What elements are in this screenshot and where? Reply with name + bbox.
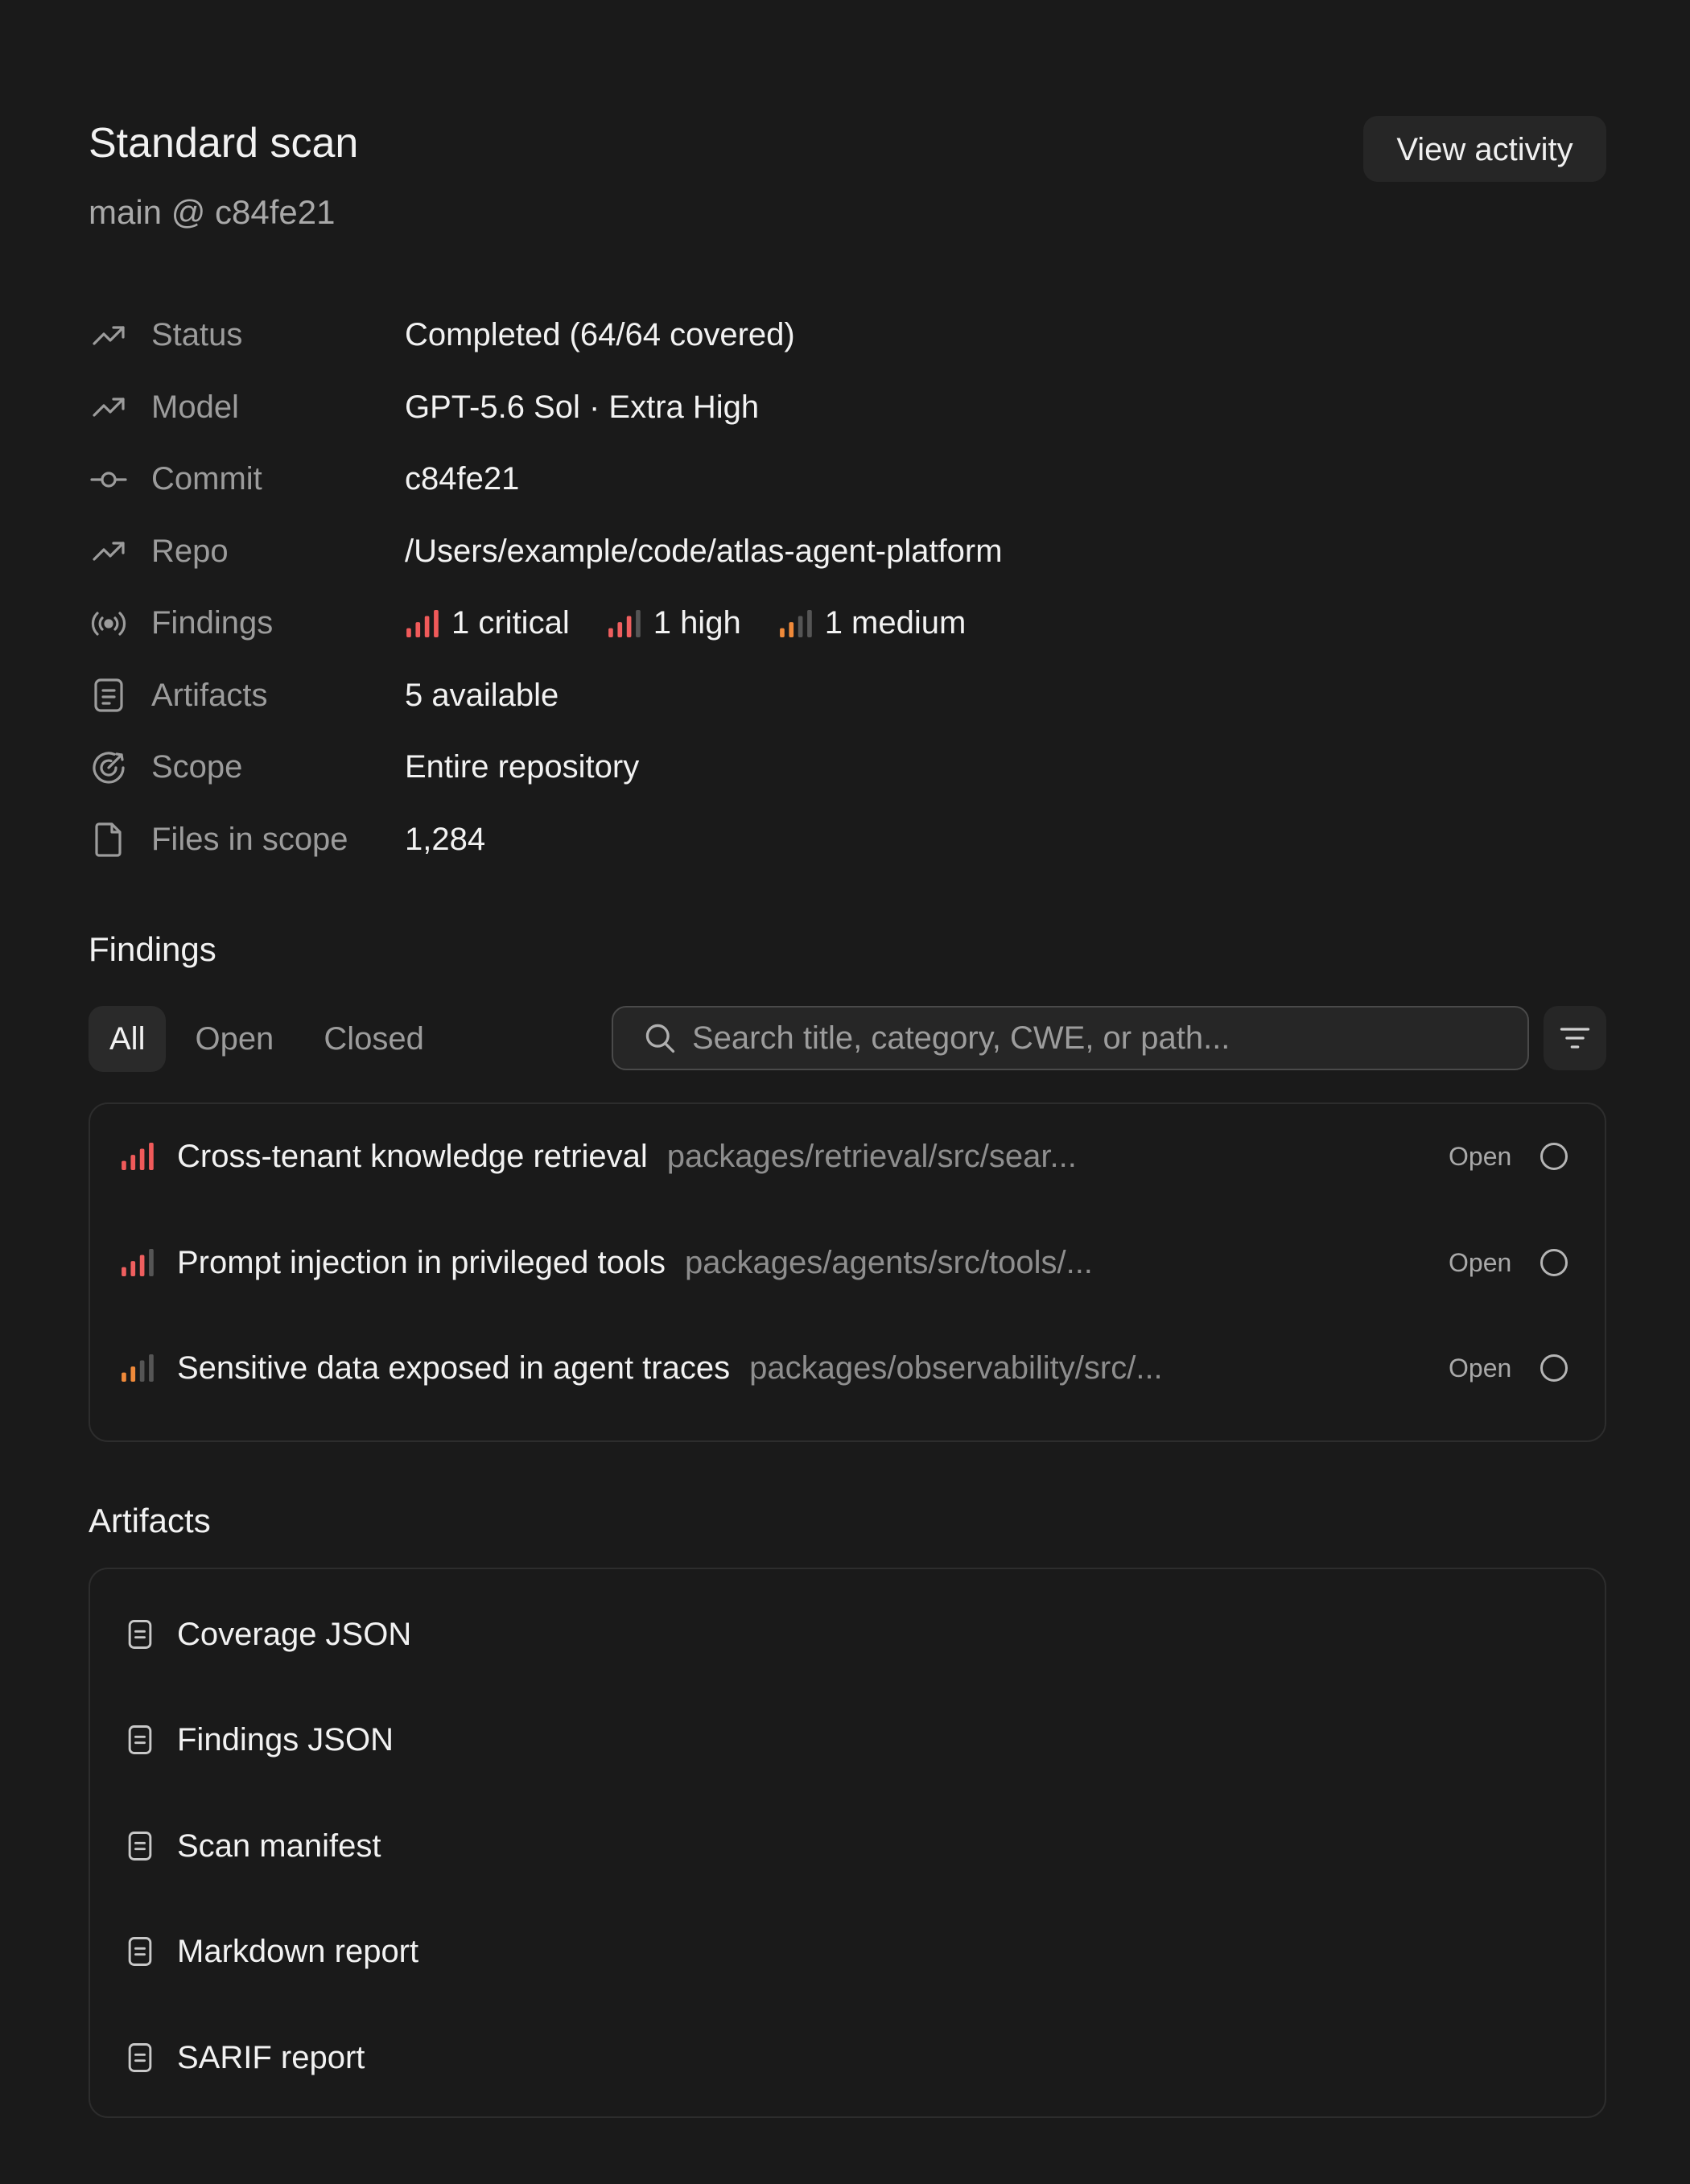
property-value: 1,284 xyxy=(405,821,486,857)
artifact-item[interactable]: Findings JSON xyxy=(90,1696,1605,1784)
tab-open[interactable]: Open xyxy=(174,1006,295,1072)
trend-up-icon xyxy=(89,315,129,356)
property-findings: Findings 1 critical 1 high 1 medium xyxy=(89,587,1537,660)
view-activity-button[interactable]: View activity xyxy=(1363,116,1606,182)
finding-title-text: Cross-tenant knowledge retrieval xyxy=(177,1138,648,1174)
search-icon xyxy=(645,1024,675,1053)
filter-icon xyxy=(1560,1028,1590,1049)
artifact-item[interactable]: Scan manifest xyxy=(90,1802,1605,1890)
property-artifacts: Artifacts 5 available xyxy=(89,660,1537,732)
severity-summary: 1 critical 1 high 1 medium xyxy=(405,605,966,641)
property-label: Commit xyxy=(151,461,262,497)
findings-filter-tabs: All Open Closed xyxy=(89,1006,453,1072)
finding-path: packages/observability/src/... xyxy=(749,1350,1163,1386)
target-icon xyxy=(89,748,129,788)
findings-heading: Findings xyxy=(89,930,216,968)
severity-critical-icon xyxy=(406,609,439,637)
property-label: Model xyxy=(151,389,239,425)
property-value: Entire repository xyxy=(405,749,640,785)
property-files: Files in scope 1,284 xyxy=(89,804,1537,876)
artifacts-list: Coverage JSON Findings JSON Scan manifes… xyxy=(89,1568,1606,2118)
document-icon xyxy=(128,1620,152,1649)
severity-critical-count: 1 critical xyxy=(451,605,570,641)
finding-title-text: Sensitive data exposed in agent traces xyxy=(177,1350,731,1386)
artifact-label: Coverage JSON xyxy=(177,1616,412,1652)
property-label: Artifacts xyxy=(151,677,268,713)
artifact-item[interactable]: SARIF report xyxy=(90,2013,1605,2102)
page-title: Standard scan xyxy=(89,120,359,167)
finding-title: Sensitive data exposed in agent traces pa… xyxy=(177,1350,1163,1387)
finding-row[interactable]: Sensitive data exposed in agent traces pa… xyxy=(90,1324,1605,1412)
finding-row[interactable]: Cross-tenant knowledge retrieval packages… xyxy=(90,1112,1605,1201)
property-label: Findings xyxy=(151,605,274,641)
scan-properties: Status Completed (64/64 covered) Model G… xyxy=(89,299,1537,876)
finding-title-text: Prompt injection in privileged tools xyxy=(177,1244,666,1280)
property-value: Completed (64/64 covered) xyxy=(405,317,795,353)
trend-up-icon xyxy=(89,531,129,571)
search-input[interactable] xyxy=(690,1019,1498,1057)
property-label: Files in scope xyxy=(151,821,348,857)
property-repo: Repo /Users/example/code/atlas-agent-pla… xyxy=(89,516,1537,588)
scan-detail-page: Standard scan main @ c84fe21 View activi… xyxy=(0,0,1690,2184)
document-icon xyxy=(89,675,129,715)
artifact-item[interactable]: Markdown report xyxy=(90,1907,1605,1996)
severity-high-count: 1 high xyxy=(653,605,741,641)
property-commit: Commit c84fe21 xyxy=(89,443,1537,516)
severity-high-icon xyxy=(122,1249,154,1276)
property-label: Status xyxy=(151,317,243,353)
artifact-item[interactable]: Coverage JSON xyxy=(90,1590,1605,1679)
severity-high-icon xyxy=(608,609,641,637)
property-value: /Users/example/code/atlas-agent-platform xyxy=(405,533,1003,569)
finding-status-toggle[interactable] xyxy=(1540,1354,1568,1382)
property-model: Model GPT-5.6 Sol · Extra High xyxy=(89,372,1537,444)
tab-all[interactable]: All xyxy=(89,1006,167,1072)
branch-commit-subtitle: main @ c84fe21 xyxy=(89,193,336,231)
document-icon xyxy=(128,1937,152,1966)
artifact-label: Markdown report xyxy=(177,1933,419,1969)
trend-up-icon xyxy=(89,387,129,427)
finding-path: packages/retrieval/src/sear... xyxy=(666,1138,1077,1174)
finding-status: Open xyxy=(1449,1353,1512,1383)
finding-path: packages/agents/src/tools/... xyxy=(684,1244,1093,1280)
property-value: c84fe21 xyxy=(405,461,520,497)
property-label: Scope xyxy=(151,749,243,785)
artifacts-heading: Artifacts xyxy=(89,1502,211,1539)
findings-list: Cross-tenant knowledge retrieval packages… xyxy=(89,1102,1606,1442)
artifact-label: Findings JSON xyxy=(177,1721,394,1758)
filter-button[interactable] xyxy=(1544,1006,1606,1070)
finding-title: Cross-tenant knowledge retrieval packages… xyxy=(177,1139,1077,1175)
finding-status-toggle[interactable] xyxy=(1540,1143,1568,1170)
severity-medium-icon xyxy=(122,1354,154,1382)
artifact-label: SARIF report xyxy=(177,2039,365,2075)
severity-medium-icon xyxy=(779,609,812,637)
severity-critical-icon xyxy=(122,1143,154,1170)
commit-icon xyxy=(89,459,129,500)
property-status: Status Completed (64/64 covered) xyxy=(89,299,1537,372)
severity-critical: 1 critical xyxy=(405,605,570,641)
severity-medium: 1 medium xyxy=(778,605,967,641)
property-scope: Scope Entire repository xyxy=(89,731,1537,804)
severity-medium-count: 1 medium xyxy=(824,605,967,641)
finding-status: Open xyxy=(1449,1247,1512,1277)
finding-row[interactable]: Prompt injection in privileged tools pack… xyxy=(90,1218,1605,1307)
finding-title: Prompt injection in privileged tools pack… xyxy=(177,1245,1093,1281)
findings-search xyxy=(612,1006,1529,1070)
finding-status-toggle[interactable] xyxy=(1540,1249,1568,1276)
document-icon xyxy=(128,2043,152,2072)
property-value: 5 available xyxy=(405,677,559,713)
property-value: GPT-5.6 Sol · Extra High xyxy=(405,389,760,425)
property-label: Repo xyxy=(151,533,229,569)
artifact-label: Scan manifest xyxy=(177,1828,381,1864)
severity-high: 1 high xyxy=(607,605,741,641)
tab-closed[interactable]: Closed xyxy=(303,1006,445,1072)
document-icon xyxy=(128,1725,152,1754)
finding-status: Open xyxy=(1449,1141,1512,1171)
broadcast-icon xyxy=(89,604,129,644)
document-icon xyxy=(128,1832,152,1861)
file-icon xyxy=(89,819,129,859)
